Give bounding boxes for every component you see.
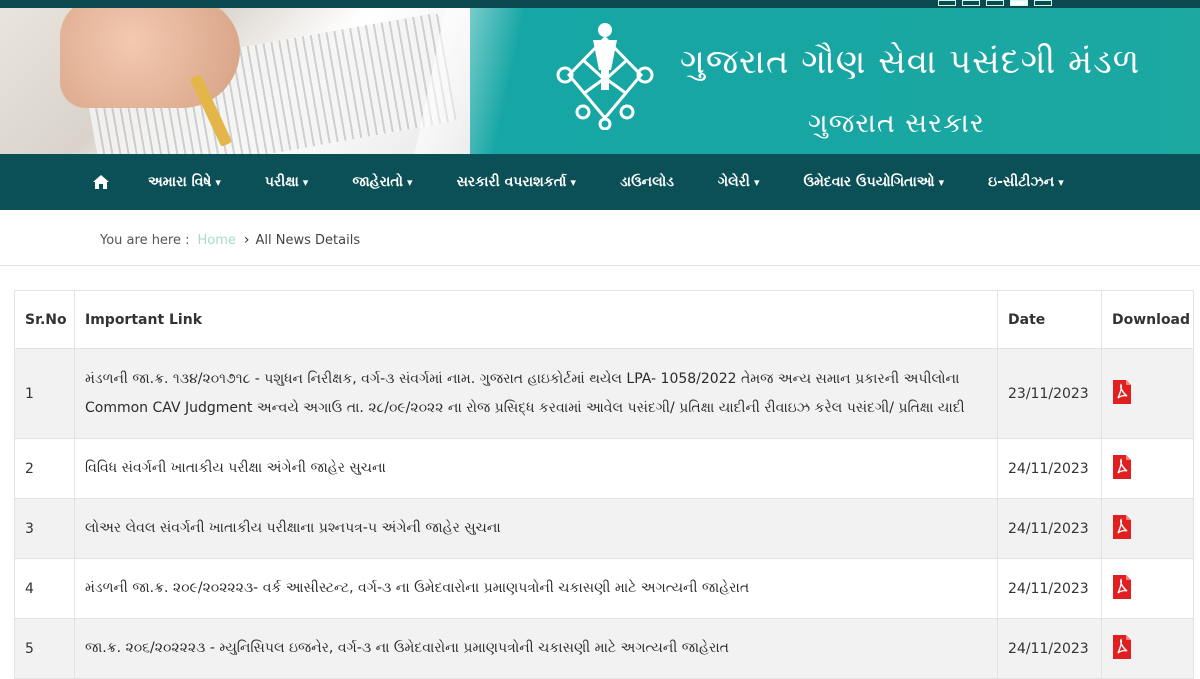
nav-item-label: પરીક્ષા [264, 174, 299, 190]
breadcrumb-home-link[interactable]: Home [198, 233, 236, 248]
main-nav: અમારા વિષે ▾ પરીક્ષા ▾ જાહેરાતો ▾ સરકારી વપ… [0, 154, 1200, 210]
pdf-icon[interactable] [1112, 379, 1132, 405]
row-download [1101, 438, 1194, 499]
hand-image [60, 8, 240, 108]
chevron-down-icon: ▾ [753, 175, 760, 189]
nav-item-label: જાહેરાતો [352, 174, 404, 190]
table-row: 1 મંડળની જા.ક્ર. ૧૩૪/૨૦૧૭૧૮ - પશુધન નિરી… [14, 348, 1194, 439]
news-table: Sr.No Important Link Date Download 1 મંડ… [14, 290, 1194, 679]
breadcrumb: You are here : Home › All News Details [100, 232, 360, 248]
nav-item-candidate-utilities[interactable]: ઉમેદવાર ઉપયોગિતાઓ ▾ [803, 174, 944, 190]
home-icon [93, 175, 109, 189]
theme-light-button[interactable] [1010, 0, 1028, 6]
nav-item-about[interactable]: અમારા વિષે ▾ [148, 174, 221, 190]
breadcrumb-prefix: You are here : [100, 232, 190, 248]
row-download [1101, 348, 1194, 439]
column-header-date: Date [997, 290, 1102, 349]
nav-item-advertisements[interactable]: જાહેરાતો ▾ [352, 174, 412, 190]
table-row: 4 મંડળની જા.ક્ર. ૨૦૯/૨૦૨૨૨૩- વર્ક આસીસ્ટ… [14, 558, 1194, 619]
font-normal-button[interactable] [962, 0, 980, 6]
org-title: ગુજરાત ગૌણ સેવા પસંદગી મંડળ [680, 42, 1141, 82]
chevron-down-icon: ▾ [1058, 175, 1064, 189]
row-sr: 2 [14, 438, 75, 499]
column-header-download: Download [1101, 290, 1194, 349]
column-header-sr: Sr.No [14, 290, 75, 349]
table-row: 2 વિવિધ સંવર્ગની ખાતાકીય પરીક્ષા અંગેની … [14, 438, 1194, 499]
row-download [1101, 558, 1194, 619]
row-download [1101, 498, 1194, 559]
table-header-row: Sr.No Important Link Date Download [14, 290, 1194, 349]
org-subtitle: ગુજરાત સરકાર [808, 108, 985, 139]
pdf-icon[interactable] [1112, 634, 1132, 660]
table-row: 5 જા.ક્ર. ૨૦૬/૨૦૨૨૨૩ - મ્યુનિસિપલ ઇજનેર,… [14, 618, 1194, 679]
row-link[interactable]: વિવિધ સંવર્ગની ખાતાકીય પરીક્ષા અંગેની જા… [74, 438, 998, 499]
top-bar [0, 0, 1200, 8]
news-table-wrapper: Sr.No Important Link Date Download 1 મંડ… [14, 290, 1194, 679]
row-date: 24/11/2023 [997, 438, 1102, 499]
row-link[interactable]: મંડળની જા.ક્ર. ૨૦૯/૨૦૨૨૨૩- વર્ક આસીસ્ટન્… [74, 558, 998, 619]
pdf-icon[interactable] [1112, 514, 1132, 540]
nav-item-gallery[interactable]: ગેલેરી ▾ [718, 174, 760, 190]
column-header-link: Important Link [74, 290, 998, 349]
board-logo-icon [556, 23, 654, 130]
row-sr: 3 [14, 498, 75, 559]
accessibility-buttons [938, 0, 1052, 6]
chevron-right-icon: › [243, 232, 250, 248]
chevron-down-icon: ▾ [407, 175, 413, 189]
chevron-down-icon: ▾ [302, 175, 309, 189]
breadcrumb-current: All News Details [255, 232, 361, 248]
nav-home-button[interactable] [88, 169, 114, 195]
font-decrease-button[interactable] [938, 0, 956, 6]
row-date: 24/11/2023 [997, 558, 1102, 619]
header-banner: ગુજરાત ગૌણ સેવા પસંદગી મંડળ ગુજરાત સરકાર [0, 8, 1200, 154]
nav-item-label: સરકારી વપરાશકર્તા [456, 174, 567, 190]
row-date: 24/11/2023 [997, 618, 1102, 679]
row-date: 24/11/2023 [997, 498, 1102, 559]
row-link[interactable]: મંડળની જા.ક્ર. ૧૩૪/૨૦૧૭૧૮ - પશુધન નિરીક્… [74, 348, 998, 439]
banner-photo [0, 8, 470, 154]
row-sr: 4 [14, 558, 75, 619]
pdf-icon[interactable] [1112, 574, 1132, 600]
nav-item-label: અમારા વિષે [148, 174, 212, 190]
nav-item-label: ડાઉનલોડ [619, 174, 674, 190]
row-sr: 1 [14, 348, 75, 439]
nav-item-label: ગેલેરી [717, 174, 750, 190]
table-row: 3 લોઅર લેવલ સંવર્ગની ખાતાકીય પરીક્ષાના પ… [14, 498, 1194, 559]
nav-item-label: ઇ-સીટીઝન [988, 174, 1055, 190]
chevron-down-icon: ▾ [938, 175, 945, 189]
nav-items: અમારા વિષે ▾ પરીક્ષા ▾ જાહેરાતો ▾ સરકારી વપ… [88, 154, 1108, 210]
row-link[interactable]: લોઅર લેવલ સંવર્ગની ખાતાકીય પરીક્ષાના પ્ર… [74, 498, 998, 559]
nav-item-exam[interactable]: પરીક્ષા ▾ [265, 174, 308, 190]
chevron-down-icon: ▾ [570, 175, 576, 189]
row-date: 23/11/2023 [997, 348, 1102, 439]
nav-item-download[interactable]: ડાઉનલોડ [620, 174, 674, 190]
theme-dark-button[interactable] [1034, 0, 1052, 6]
pdf-icon[interactable] [1112, 454, 1132, 480]
row-download [1101, 618, 1194, 679]
row-link[interactable]: જા.ક્ર. ૨૦૬/૨૦૨૨૨૩ - મ્યુનિસિપલ ઇજનેર, વ… [74, 618, 998, 679]
chevron-down-icon: ▾ [215, 175, 221, 189]
nav-item-e-citizen[interactable]: ઇ-સીટીઝન ▾ [988, 174, 1064, 190]
divider [0, 265, 1200, 266]
row-sr: 5 [14, 618, 75, 679]
font-increase-button[interactable] [986, 0, 1004, 6]
nav-item-label: ઉમેદવાર ઉપયોગિતાઓ [803, 174, 935, 190]
nav-item-govt-user[interactable]: સરકારી વપરાશકર્તા ▾ [457, 174, 576, 190]
